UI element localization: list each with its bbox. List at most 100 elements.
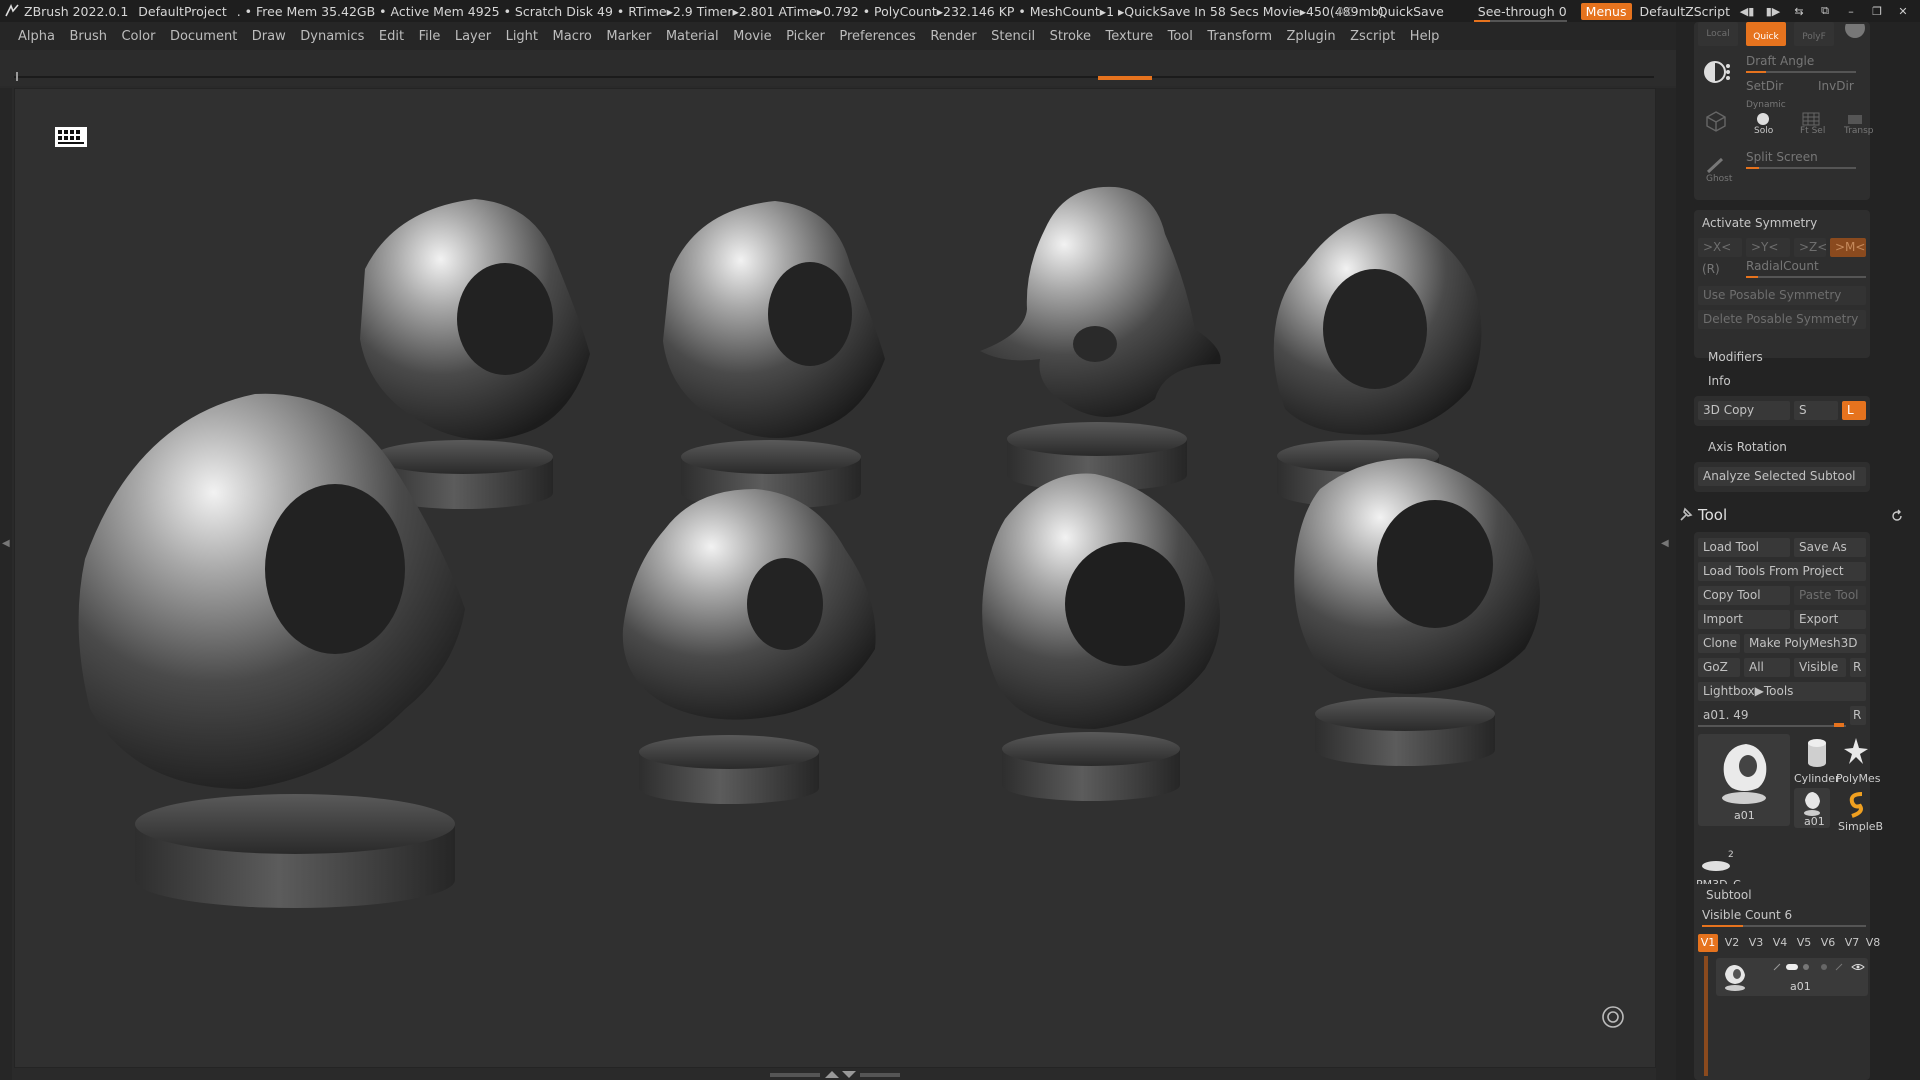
subtool-tab-v1[interactable]: V1: [1698, 934, 1718, 952]
sculpt-model[interactable]: [360, 199, 590, 509]
goz-r-button[interactable]: R: [1850, 658, 1866, 677]
paste-tool-button[interactable]: Paste Tool: [1794, 586, 1866, 605]
menu-transform[interactable]: Transform: [1207, 29, 1272, 44]
menu-movie[interactable]: Movie: [733, 29, 771, 44]
layout-right-icon[interactable]: ▮▶: [1764, 3, 1782, 19]
info-section[interactable]: Info: [1708, 374, 1731, 388]
menu-brush[interactable]: Brush: [69, 29, 107, 44]
sphere-icon[interactable]: [1844, 24, 1866, 40]
menu-color[interactable]: Color: [121, 29, 155, 44]
pin-tool-palette-icon[interactable]: [1678, 506, 1694, 522]
use-posable-symmetry-button[interactable]: Use Posable Symmetry: [1698, 286, 1866, 305]
save-as-button[interactable]: Save As: [1794, 538, 1866, 557]
menu-preferences[interactable]: Preferences: [839, 29, 915, 44]
layout-swap-icon[interactable]: ⇆: [1790, 3, 1808, 19]
menu-draw[interactable]: Draw: [252, 29, 286, 44]
radial-r-button[interactable]: (R): [1702, 262, 1720, 276]
3d-copy-button[interactable]: 3D Copy: [1698, 401, 1790, 420]
subtool-tab-v6[interactable]: V6: [1818, 934, 1838, 952]
menu-tool[interactable]: Tool: [1168, 29, 1193, 44]
menus-toggle[interactable]: Menus: [1580, 2, 1632, 20]
menu-light[interactable]: Light: [506, 29, 538, 44]
setdir-button[interactable]: SetDir: [1746, 79, 1783, 93]
split-screen-slider[interactable]: [1746, 167, 1856, 169]
perspective-toggle-icon[interactable]: [1702, 59, 1732, 85]
cube-view-icon[interactable]: [1704, 110, 1728, 132]
make-polymesh3d-button[interactable]: Make PolyMesh3D: [1744, 634, 1866, 653]
load-tool-button[interactable]: Load Tool: [1698, 538, 1790, 557]
ft-sel-icon[interactable]: [1800, 112, 1822, 126]
menu-alpha[interactable]: Alpha: [18, 29, 55, 44]
current-tool-slider-track[interactable]: [1698, 725, 1846, 727]
split-screen-label[interactable]: Split Screen: [1746, 150, 1818, 164]
refresh-icon[interactable]: [1890, 509, 1904, 523]
axis-rotation-section[interactable]: Axis Rotation: [1708, 440, 1787, 454]
sculpt-model[interactable]: [663, 201, 885, 509]
analyze-selected-subtool-button[interactable]: Analyze Selected Subtool: [1698, 467, 1866, 486]
menu-macro[interactable]: Macro: [553, 29, 592, 44]
ghost-icon[interactable]: [1704, 156, 1726, 174]
goz-visible-button[interactable]: Visible: [1794, 658, 1846, 677]
project-name[interactable]: DefaultProject: [138, 4, 226, 19]
bottom-tray-handle[interactable]: [770, 1069, 900, 1080]
invdir-button[interactable]: InvDir: [1818, 79, 1854, 93]
current-tool-slider-knob[interactable]: [1834, 723, 1844, 727]
tool-palette-title[interactable]: Tool: [1698, 506, 1727, 524]
menu-texture[interactable]: Texture: [1106, 29, 1154, 44]
ac-button[interactable]: AC: [1337, 4, 1354, 19]
pm3d-thumb-icon[interactable]: [1700, 858, 1732, 872]
copy-s-button[interactable]: S: [1794, 401, 1838, 420]
subtool-scrollbar[interactable]: [1704, 956, 1708, 1076]
quicksave-button[interactable]: QuickSave: [1378, 4, 1444, 19]
modifiers-section[interactable]: Modifiers: [1708, 350, 1763, 364]
lightbox-tools-button[interactable]: Lightbox▶Tools: [1698, 682, 1866, 701]
restore-icon[interactable]: ❐: [1868, 3, 1886, 19]
delete-posable-symmetry-button[interactable]: Delete Posable Symmetry: [1698, 310, 1866, 329]
current-tool-slider[interactable]: a01. 49: [1698, 706, 1846, 725]
symmetry-z-button[interactable]: >Z<: [1794, 238, 1826, 257]
cylinder-thumb-icon[interactable]: [1804, 738, 1830, 768]
export-button[interactable]: Export: [1794, 610, 1866, 629]
goz-all-button[interactable]: All: [1744, 658, 1790, 677]
menu-stencil[interactable]: Stencil: [991, 29, 1035, 44]
menu-edit[interactable]: Edit: [379, 29, 404, 44]
clone-button[interactable]: Clone: [1698, 634, 1740, 653]
close-icon[interactable]: ✕: [1894, 3, 1912, 19]
subtool-tab-v2[interactable]: V2: [1722, 934, 1742, 952]
right-tray-divider[interactable]: ◀: [1656, 88, 1676, 1080]
polymesh-star-icon[interactable]: [1844, 736, 1868, 766]
menu-dynamics[interactable]: Dynamics: [300, 29, 364, 44]
symmetry-y-button[interactable]: >Y<: [1746, 238, 1790, 257]
subtool-tab-v8[interactable]: V8: [1864, 934, 1882, 952]
copy-l-button[interactable]: L: [1842, 401, 1866, 420]
symmetry-m-button[interactable]: >M<: [1830, 238, 1866, 257]
a01-small-thumbnail[interactable]: a01: [1794, 788, 1830, 828]
subtool-title[interactable]: Subtool: [1706, 888, 1752, 902]
import-button[interactable]: Import: [1698, 610, 1790, 629]
menu-file[interactable]: File: [419, 29, 441, 44]
layout-window-icon[interactable]: ⧉: [1816, 3, 1834, 19]
copy-tool-button[interactable]: Copy Tool: [1698, 586, 1790, 605]
local-button[interactable]: Local: [1698, 22, 1738, 46]
load-tools-from-project-button[interactable]: Load Tools From Project: [1698, 562, 1866, 581]
menu-marker[interactable]: Marker: [606, 29, 651, 44]
active-tool-thumbnail[interactable]: a01: [1698, 734, 1790, 826]
see-through-slider[interactable]: See-through 0: [1472, 4, 1573, 22]
draft-angle-slider[interactable]: [1746, 71, 1856, 73]
expand-left-tray-icon[interactable]: ◀: [2, 538, 10, 549]
menu-picker[interactable]: Picker: [786, 29, 825, 44]
layout-left-icon[interactable]: ◀▮: [1738, 3, 1756, 19]
subtool-toggles-icon[interactable]: [1772, 962, 1866, 972]
solo-icon[interactable]: [1752, 112, 1774, 126]
quick-button[interactable]: Quick: [1746, 22, 1786, 46]
tool-r-button[interactable]: R: [1850, 706, 1866, 725]
collapse-right-tray-icon[interactable]: ◀: [1661, 538, 1669, 549]
shelf-active-indicator[interactable]: [1098, 76, 1152, 80]
menu-render[interactable]: Render: [930, 29, 976, 44]
simple-brush-icon[interactable]: [1844, 790, 1868, 818]
menu-material[interactable]: Material: [666, 29, 719, 44]
sculpt-model[interactable]: [982, 473, 1220, 801]
left-tray-collapsed[interactable]: ◀: [0, 88, 12, 1080]
radial-count-slider[interactable]: [1746, 276, 1866, 278]
polyf-button[interactable]: PolyF: [1794, 22, 1834, 46]
